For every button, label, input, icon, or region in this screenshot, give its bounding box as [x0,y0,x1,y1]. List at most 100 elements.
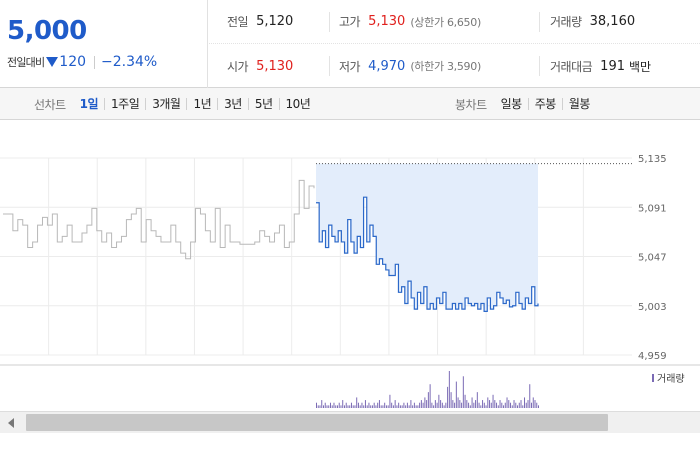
volume-bar [378,400,380,408]
volume-legend-swatch [652,374,654,382]
volume-bar [322,405,324,408]
line-chart-label: 선차트 [34,97,66,112]
stat-low: 저가 4,970 (하한가 3,590) [329,56,481,76]
period-5y[interactable]: 5년 [247,98,279,110]
volume-bar [538,405,539,408]
volume-bar [510,402,512,408]
period-3m[interactable]: 3개월 [145,98,186,110]
volume-bar [349,405,351,408]
stats-row-2: 시가 5,130 저가 4,970 (하한가 3,590) 거래대금 191 백… [209,44,700,88]
volume-bar [496,402,498,408]
volume-bar [443,405,445,408]
volume-bar [363,405,365,408]
volume-bar [494,400,496,408]
volume-bar [436,402,438,408]
y-tick-label: 5,003 [638,302,667,313]
volume-bar [321,400,323,408]
volume-bar [417,405,419,408]
candle-daily[interactable]: 일봉 [499,98,528,110]
volume-bar [385,405,387,408]
period-3y[interactable]: 3년 [217,98,248,110]
stats-row-1: 전일 5,120 고가 5,130 (상한가 6,650) 거래량 38,160 [209,0,700,44]
stat-volume: 거래량 38,160 [539,11,635,32]
current-price-box: 5,000 전일대비 120 −2.34% [0,0,208,88]
volume-bar [461,402,463,408]
stat-value: 5,130 [256,58,294,74]
volume-bar [324,402,326,408]
volume-bar [413,402,415,408]
volume-bar [357,402,359,408]
volume-bar [371,405,373,408]
chart-scrollbar[interactable] [0,411,700,433]
period-1w[interactable]: 1주일 [104,98,145,110]
volume-bar [406,402,408,408]
y-tick-label: 5,135 [638,154,667,165]
volume-bar [340,405,342,408]
candle-weekly[interactable]: 주봉 [527,98,562,110]
volume-bar [466,400,468,408]
stat-high: 고가 5,130 (상한가 6,650) [329,11,481,32]
volume-bar [476,392,478,408]
volume-bar [401,405,403,408]
arrow-left-icon[interactable] [4,416,18,430]
volume-bar [359,405,361,408]
stat-label: 저가 [339,59,361,74]
price-summary: 5,000 전일대비 120 −2.34% 전일 5,120 고가 5,130 … [0,0,700,88]
period-1d[interactable]: 1일 [78,98,104,110]
stat-label: 거래대금 [550,59,593,74]
stat-label: 고가 [339,15,361,29]
volume-bar [536,402,538,408]
volume-bar [336,405,338,408]
volume-bar [377,402,379,408]
volume-bar [448,371,450,408]
volume-bar [433,405,435,408]
volume-bar [475,400,477,408]
volume-bar [464,394,466,408]
volume-bar [501,402,503,408]
volume-bar [420,400,422,408]
volume-bar [490,402,492,408]
volume-bar [394,400,396,408]
volume-bar [522,405,524,408]
volume-bar [345,402,347,408]
volume-bar [438,394,440,408]
stat-label: 시가 [227,59,249,74]
volume-bar [419,402,421,408]
period-10y[interactable]: 10년 [278,98,317,110]
volume-bar [424,397,426,408]
change-value: 120 [59,54,87,70]
volume-bar [455,381,457,408]
volume-bar [524,397,526,408]
chart-period-toolbar: 선차트 1일 1주일 3개월 1년 3년 5년 10년 봉차트 일봉 주봉 월봉 [0,88,700,120]
volume-bar [429,384,431,408]
period-1y[interactable]: 1년 [186,98,217,110]
volume-bar [517,405,519,408]
volume-bar [405,405,407,408]
volume-bar [364,400,366,408]
volume-bar [396,405,398,408]
volume-bar [487,397,489,408]
volume-bar [326,405,328,408]
volume-bar [399,405,401,408]
volume-bar [375,405,377,408]
volume-bar [457,397,459,408]
volume-bar [352,405,354,408]
volume-bar [333,402,335,408]
candle-monthly[interactable]: 월봉 [561,98,596,110]
y-tick-label: 4,959 [638,351,667,362]
volume-bar [370,405,372,408]
volume-bar [328,405,330,408]
volume-bar [319,405,321,408]
volume-bar [426,400,428,408]
volume-bar [532,397,534,408]
volume-bar [422,402,424,408]
volume-bar [408,405,410,408]
volume-bar [382,405,384,408]
volume-bar [452,400,454,408]
candle-chart-periods: 봉차트 일봉 주봉 월봉 [455,88,596,120]
volume-bar [366,405,368,408]
volume-bar [483,402,485,408]
scroll-thumb[interactable] [26,414,608,431]
stat-value: 4,970 [368,58,406,74]
volume-bar [511,405,513,408]
